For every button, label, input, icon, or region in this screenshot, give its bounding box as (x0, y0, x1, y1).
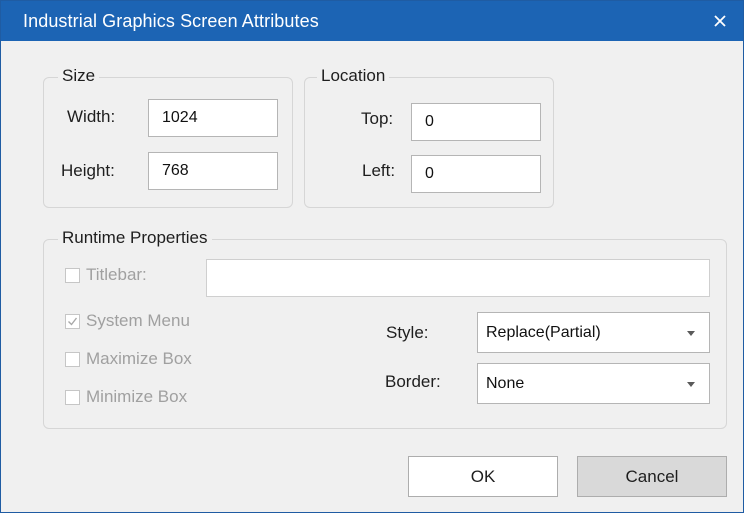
system-menu-checkbox-label: System Menu (86, 311, 190, 330)
style-label: Style: (386, 323, 429, 342)
border-label: Border: (385, 372, 441, 391)
left-label: Left: (362, 161, 396, 180)
maximize-box-checkbox-label: Maximize Box (86, 349, 192, 368)
cancel-button-label: Cancel (625, 466, 679, 486)
location-legend: Location (317, 66, 390, 86)
left-field[interactable]: 0 (411, 155, 541, 193)
titlebar-checkbox[interactable] (65, 267, 80, 283)
close-icon (714, 15, 726, 27)
maximize-box-checkbox[interactable] (65, 351, 80, 367)
top-label: Top: (361, 109, 394, 128)
left-value: 0 (425, 165, 434, 182)
top-value: 0 (425, 113, 434, 130)
runtime-properties-legend: Runtime Properties (58, 228, 212, 248)
ok-button[interactable]: OK (408, 456, 558, 497)
style-dropdown-value: Replace(Partial) (486, 323, 601, 341)
system-menu-checkbox-row[interactable]: System Menu (65, 311, 190, 331)
height-label: Height: (61, 161, 115, 180)
width-field[interactable]: 1024 (148, 99, 278, 137)
width-value: 1024 (162, 109, 198, 126)
titlebar-checkbox-row[interactable]: Titlebar: (65, 265, 147, 285)
minimize-box-checkbox-label: Minimize Box (86, 387, 188, 406)
chevron-down-icon (687, 330, 695, 336)
border-dropdown[interactable]: None (477, 363, 710, 404)
system-menu-checkbox[interactable] (65, 313, 80, 329)
checkmark-icon (68, 317, 78, 326)
dialog-title: Industrial Graphics Screen Attributes (23, 11, 319, 31)
cancel-button[interactable]: Cancel (577, 456, 727, 497)
title-bar: Industrial Graphics Screen Attributes (1, 1, 743, 41)
titlebar-checkbox-label: Titlebar: (86, 265, 147, 284)
maximize-box-checkbox-row[interactable]: Maximize Box (65, 349, 192, 369)
minimize-box-checkbox[interactable] (65, 389, 80, 405)
minimize-box-checkbox-row[interactable]: Minimize Box (65, 387, 187, 407)
border-dropdown-value: None (486, 374, 525, 392)
close-button[interactable] (697, 1, 743, 41)
ok-button-label: OK (470, 466, 496, 486)
style-dropdown[interactable]: Replace(Partial) (477, 312, 710, 353)
height-value: 768 (162, 162, 189, 179)
screen-attributes-dialog: Industrial Graphics Screen Attributes Si… (0, 0, 744, 513)
height-field[interactable]: 768 (148, 152, 278, 190)
chevron-down-icon (687, 381, 695, 387)
top-field[interactable]: 0 (411, 103, 541, 141)
width-label: Width: (67, 107, 116, 126)
size-legend: Size (58, 66, 100, 86)
titlebar-text-field[interactable] (206, 259, 710, 297)
